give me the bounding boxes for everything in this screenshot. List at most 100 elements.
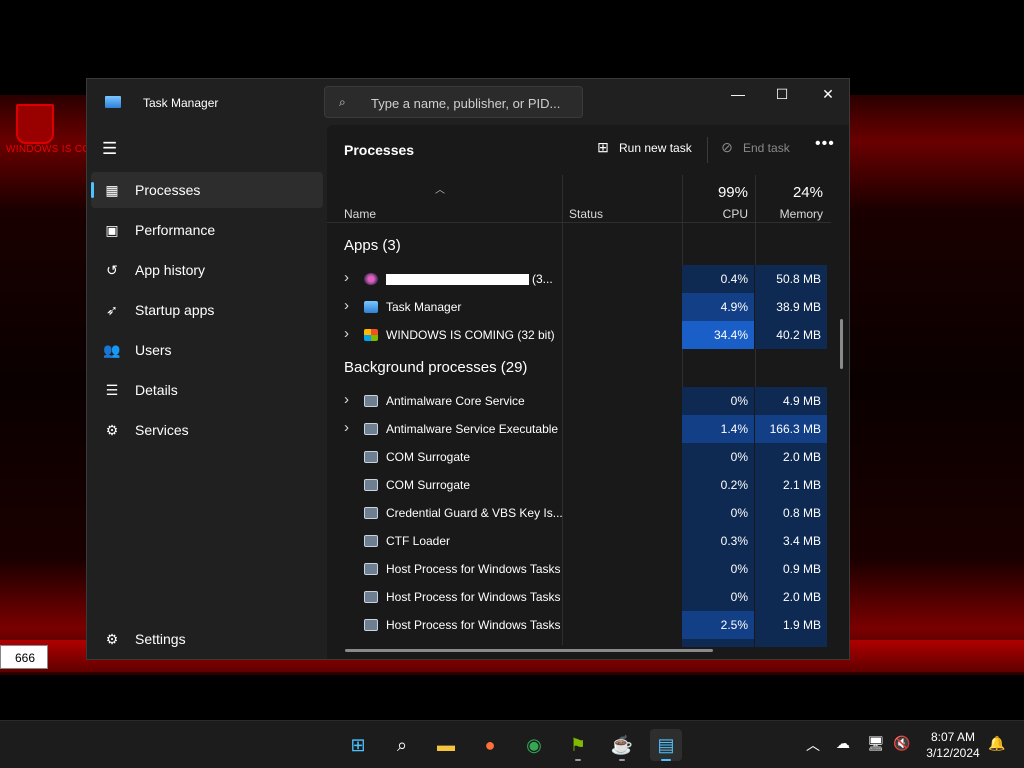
table-row[interactable] bbox=[327, 639, 831, 647]
expand-chevron-icon[interactable]: › bbox=[344, 391, 349, 408]
cpu-total-percent[interactable]: 99% bbox=[682, 184, 748, 201]
startup-apps-icon: ➶ bbox=[106, 302, 118, 318]
firefox-icon[interactable]: ● bbox=[474, 729, 506, 761]
sidebar-item-details[interactable]: ☰ Details bbox=[91, 372, 323, 408]
more-options-button[interactable]: ••• bbox=[815, 135, 835, 153]
table-row[interactable]: CTF Loader 0.3% 3.4 MB bbox=[327, 527, 831, 555]
cpu-cell: 0% bbox=[682, 443, 754, 471]
memory-cell: 1.9 MB bbox=[755, 611, 827, 639]
desktop-icon-windows-is-coming[interactable]: WINDOWS IS CO bbox=[6, 102, 90, 162]
search-icon[interactable]: ⌕ bbox=[386, 729, 418, 761]
window-title: Task Manager bbox=[143, 96, 219, 110]
horizontal-scrollbar[interactable] bbox=[345, 649, 713, 652]
details-icon: ☰ bbox=[105, 382, 119, 398]
group-header-apps: Apps (3) bbox=[344, 237, 401, 254]
cpu-cell: 0% bbox=[682, 387, 754, 415]
minimize-button[interactable]: — bbox=[715, 79, 761, 111]
expand-chevron-icon[interactable]: › bbox=[344, 297, 349, 314]
memory-cell: 40.2 MB bbox=[755, 321, 827, 349]
process-icon bbox=[364, 273, 378, 285]
vertical-scrollbar[interactable] bbox=[840, 319, 843, 369]
sidebar-item-app-history[interactable]: ↺ App history bbox=[91, 252, 323, 288]
cpu-cell: 4.9% bbox=[682, 293, 754, 321]
table-row[interactable]: › Antimalware Core Service 0% 4.9 MB bbox=[327, 387, 831, 415]
table-row[interactable]: › Antimalware Service Executable 1.4% 166.3… bbox=[327, 415, 831, 443]
end-task-button[interactable]: ⊘ End task bbox=[719, 139, 790, 156]
sidebar-item-users[interactable]: 👥 Users bbox=[91, 332, 323, 368]
close-button[interactable]: ✕ bbox=[805, 79, 849, 111]
process-name-suffix: (3... bbox=[532, 272, 553, 286]
sidebar-item-services[interactable]: ⚙ Services bbox=[91, 412, 323, 448]
windows-is-coming-icon[interactable]: ⚑ bbox=[562, 729, 594, 761]
table-row[interactable]: Host Process for Windows Tasks 0% 0.9 MB bbox=[327, 555, 831, 583]
onedrive-cloud-icon[interactable]: ☁ bbox=[836, 735, 850, 752]
java-glyph: ☕ bbox=[610, 735, 634, 755]
process-name: Task Manager bbox=[386, 300, 462, 314]
table-row[interactable]: › WINDOWS IS COMING (32 bit) 34.4% 40.2 MB bbox=[327, 321, 831, 349]
maximize-button[interactable]: ☐ bbox=[759, 79, 805, 111]
search-icon: ⌕ bbox=[339, 95, 346, 109]
sidebar-item-label: Processes bbox=[135, 182, 201, 198]
process-icon bbox=[364, 451, 378, 463]
search-input[interactable] bbox=[369, 91, 578, 115]
process-icon bbox=[364, 619, 378, 631]
task-manager-icon[interactable]: ▤ bbox=[650, 729, 682, 761]
search-box[interactable]: ⌕ bbox=[324, 86, 583, 118]
file-explorer-icon[interactable]: ▬ bbox=[430, 729, 462, 761]
cpu-cell: 0% bbox=[682, 555, 754, 583]
file-explorer-glyph: ▬ bbox=[437, 735, 455, 755]
table-row[interactable]: COM Surrogate 0.2% 2.1 MB bbox=[327, 471, 831, 499]
process-icon bbox=[364, 329, 378, 341]
column-status-header[interactable]: Status bbox=[569, 207, 603, 221]
performance-icon: ▣ bbox=[105, 222, 119, 238]
expand-chevron-icon[interactable]: › bbox=[344, 419, 349, 436]
process-name: Antimalware Service Executable bbox=[386, 422, 559, 436]
volume-muted-icon[interactable]: 🔇 bbox=[893, 735, 910, 752]
table-row[interactable]: Host Process for Windows Tasks 0% 2.0 MB bbox=[327, 583, 831, 611]
cpu-cell: 2.5% bbox=[682, 611, 754, 639]
cpu-cell: 1.4% bbox=[682, 415, 754, 443]
tray-overflow-chevron-icon[interactable]: ︿ bbox=[806, 735, 820, 755]
sidebar-item-processes[interactable]: ▦ Processes bbox=[91, 172, 323, 208]
column-memory-header[interactable]: Memory bbox=[755, 207, 823, 221]
sidebar-item-performance[interactable]: ▣ Performance bbox=[91, 212, 323, 248]
title-bar[interactable]: Task Manager ⌕ — ☐ ✕ bbox=[87, 79, 849, 125]
toolbar-divider bbox=[707, 137, 708, 163]
network-icon[interactable]: 🖥 bbox=[867, 735, 885, 752]
table-row[interactable]: › Task Manager 4.9% 38.9 MB bbox=[327, 293, 831, 321]
taskbar: ︿ ☁ 🖥 🔇 8:07 AM 3/12/2024 🔔 ⊞ ⌕ ▬ ● ◉ ⚑ ☕ ▤ bbox=[0, 720, 1024, 768]
process-name: Host Process for Windows Tasks bbox=[386, 618, 561, 632]
chrome-icon[interactable]: ◉ bbox=[518, 729, 550, 761]
sidebar-item-settings[interactable]: ⚙ Settings bbox=[91, 621, 323, 657]
table-row[interactable]: Credential Guard & VBS Key Is... 0% 0.8 MB bbox=[327, 499, 831, 527]
cpu-cell: 0.3% bbox=[682, 527, 754, 555]
memory-total-percent[interactable]: 24% bbox=[755, 184, 823, 201]
cpu-cell: 0% bbox=[682, 499, 754, 527]
sidebar-item-label: Startup apps bbox=[135, 302, 215, 318]
column-name-header[interactable]: Name bbox=[344, 207, 376, 221]
clock-time: 8:07 AM bbox=[930, 730, 976, 744]
sidebar: ☰ ▦ Processes ▣ Performance ↺ App histor… bbox=[87, 125, 327, 659]
process-icon bbox=[364, 507, 378, 519]
run-new-task-button[interactable]: ⊞ Run new task bbox=[595, 139, 692, 156]
column-cpu-header[interactable]: CPU bbox=[682, 207, 748, 221]
expand-chevron-icon[interactable]: › bbox=[344, 269, 349, 286]
clock[interactable]: 8:07 AM 3/12/2024 bbox=[920, 729, 986, 761]
memory-cell: 166.3 MB bbox=[755, 415, 827, 443]
memory-cell: 0.9 MB bbox=[755, 555, 827, 583]
search-glyph: ⌕ bbox=[396, 735, 408, 755]
table-row[interactable]: Host Process for Windows Tasks 2.5% 1.9 MB bbox=[327, 611, 831, 639]
start-icon[interactable]: ⊞ bbox=[342, 729, 374, 761]
process-name: Host Process for Windows Tasks bbox=[386, 562, 561, 576]
processes-icon: ▦ bbox=[105, 182, 119, 198]
table-row[interactable]: › (3... 0.4% 50.8 MB bbox=[327, 265, 831, 293]
processes-panel: Processes ⊞ Run new task ⊘ End task ••• ︿ … bbox=[327, 125, 849, 659]
sidebar-item-startup-apps[interactable]: ➶ Startup apps bbox=[91, 292, 323, 328]
table-row[interactable]: COM Surrogate 0% 2.0 MB bbox=[327, 443, 831, 471]
java-icon[interactable]: ☕ bbox=[606, 729, 638, 761]
notification-bell-icon[interactable]: 🔔 bbox=[988, 735, 1005, 752]
process-icon bbox=[364, 301, 378, 313]
task-manager-window: Task Manager ⌕ — ☐ ✕ ☰ ▦ Processes ▣ Per… bbox=[86, 78, 850, 660]
expand-chevron-icon[interactable]: › bbox=[344, 325, 349, 342]
hamburger-menu-icon[interactable]: ☰ bbox=[102, 139, 117, 159]
